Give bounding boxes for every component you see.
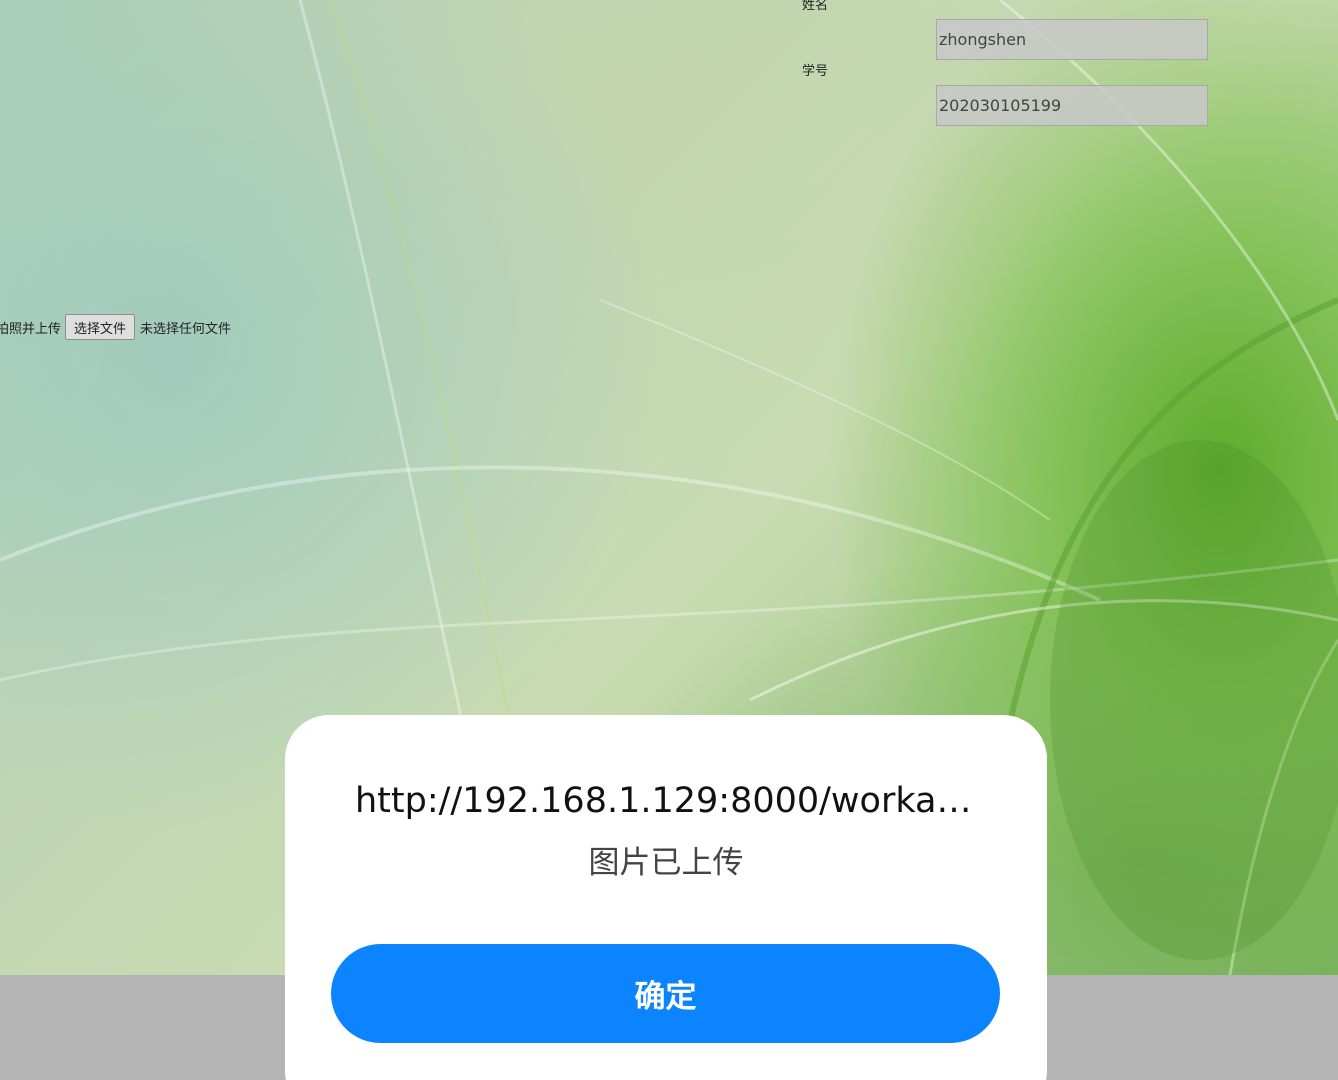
choose-file-button[interactable]: 选择文件 [65,314,136,340]
student-id-input[interactable] [936,85,1208,126]
student-id-label: 学号 [802,64,829,79]
name-label: 姓名 [802,0,829,13]
dialog-message: 图片已上传 [588,845,744,881]
photo-upload-row: 拍照并上传 选择文件 未选择任何文件 [0,314,231,340]
page: 姓名 学号 拍照并上传 选择文件 未选择任何文件 http://192.168.… [0,0,1338,1080]
alert-dialog: http://192.168.1.129:8000/workat... 图片已上… [285,715,1047,1080]
dialog-title: http://192.168.1.129:8000/workat... [355,781,977,821]
upload-label: 拍照并上传 [0,321,62,337]
confirm-button[interactable]: 确定 [331,944,1000,1043]
no-file-selected-text: 未选择任何文件 [140,321,232,337]
name-input[interactable] [936,19,1208,60]
